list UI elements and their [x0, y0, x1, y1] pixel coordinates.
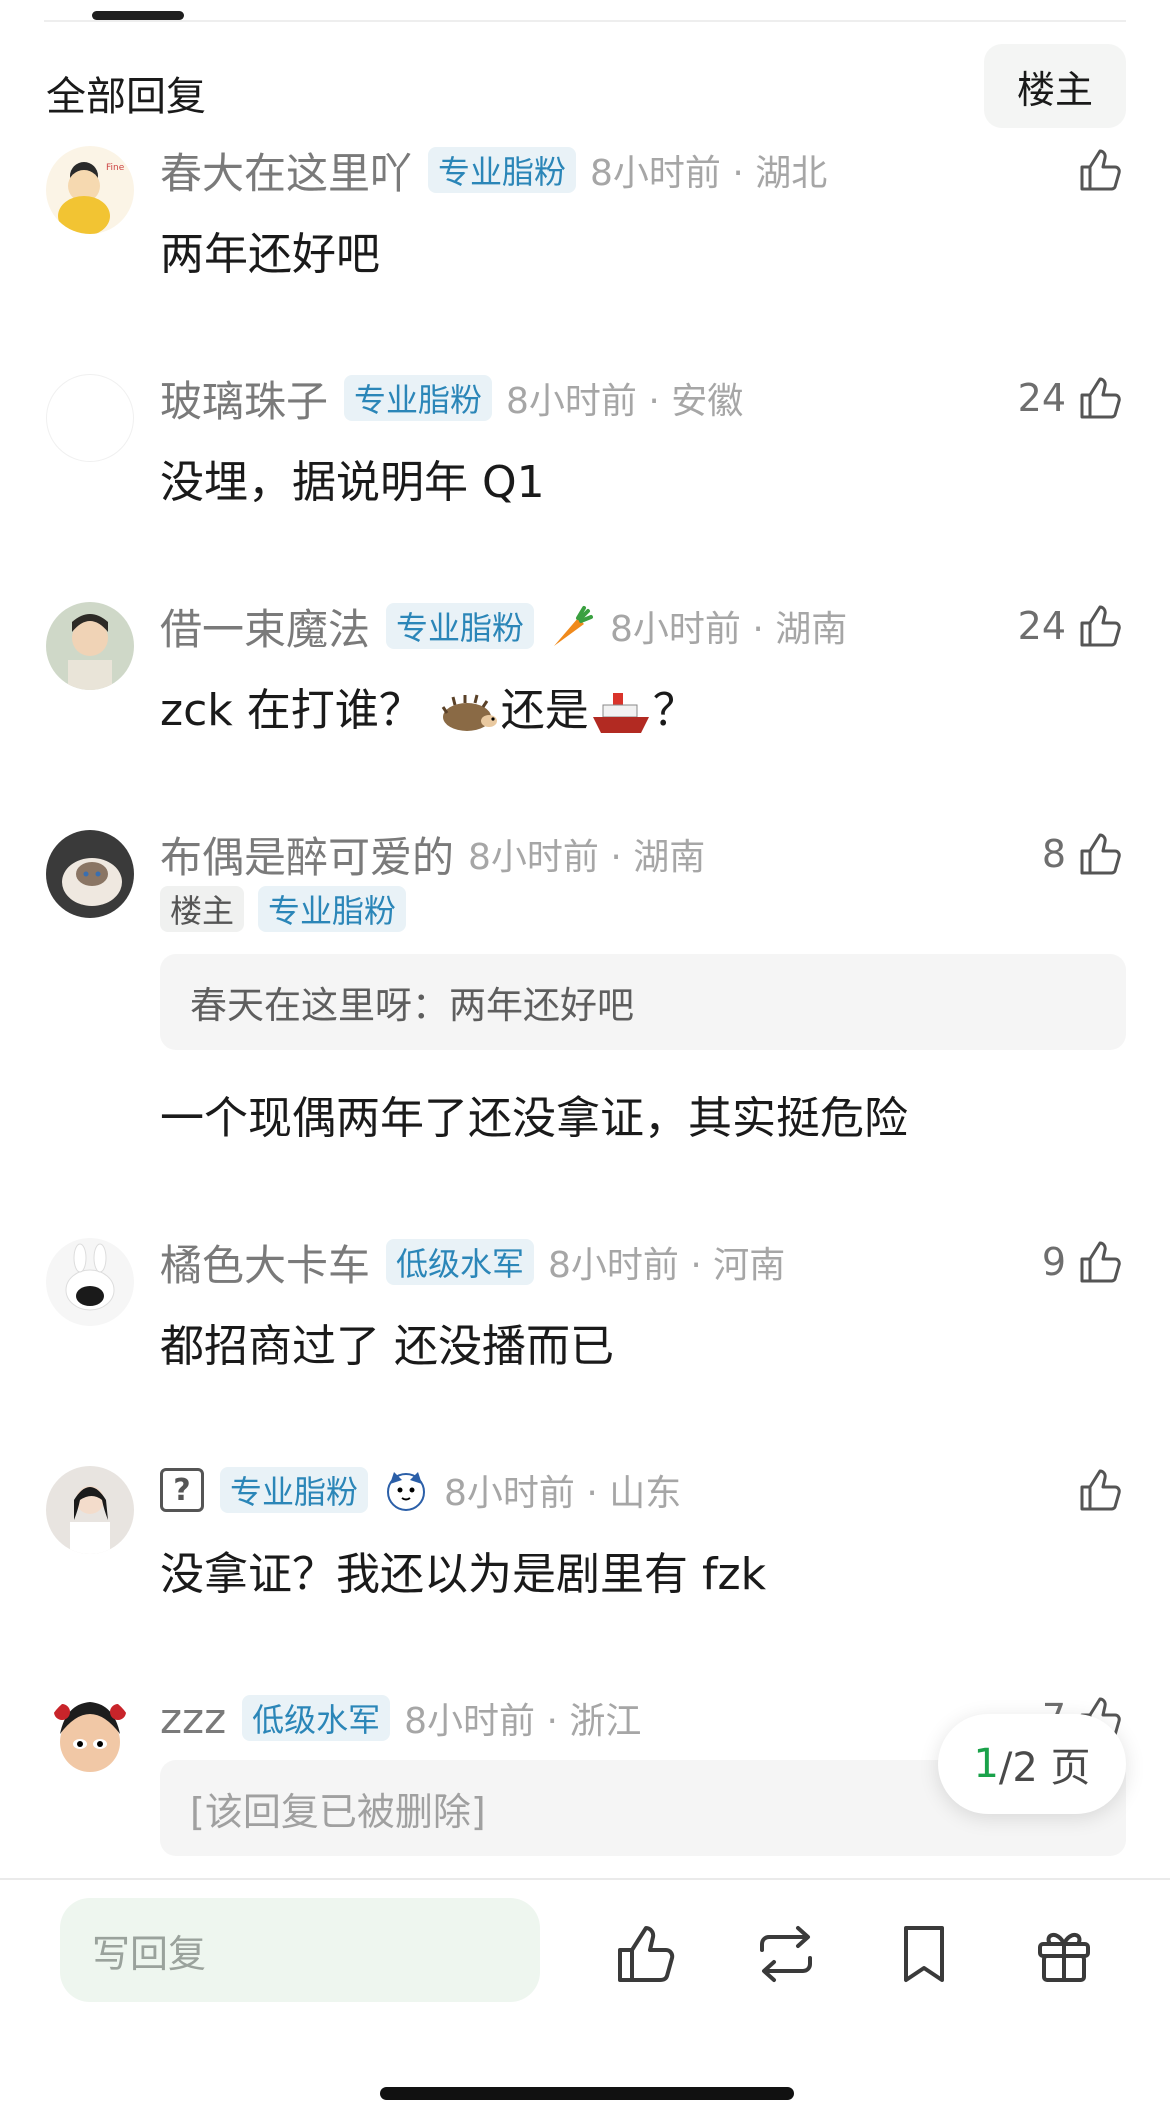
comment-text: 没拿证？我还以为是剧里有 fzk [160, 1549, 767, 1600]
like-count: 24 [1017, 376, 1066, 420]
comment-meta: 布偶是醉可爱的 8小时前 · 湖南 [160, 824, 705, 884]
comment-meta: 橘色大卡车 低级水军 8小时前 · 河南 [160, 1232, 785, 1292]
comment-text: zck 在打谁？ 还是？ [160, 685, 697, 736]
hedgehog-icon [441, 694, 497, 731]
thumbs-up-icon [1080, 377, 1121, 419]
ship-icon [592, 693, 649, 733]
thumbs-up-icon [1080, 149, 1121, 191]
avatar[interactable] [46, 374, 134, 462]
carrot-icon [554, 606, 594, 646]
fan-badge: 专业脂粉 [344, 375, 493, 421]
comment-meta: ? 专业脂粉 8小时前 · 山东 [160, 1460, 681, 1520]
like-button[interactable] [1066, 1460, 1126, 1520]
op-badge: 楼主 [160, 886, 245, 932]
like-button[interactable] [1066, 140, 1126, 200]
gift-icon[interactable] [1030, 1920, 1098, 1988]
username[interactable]: zzz [160, 1694, 226, 1743]
timestamp: 8小时前 · 湖南 [610, 609, 848, 650]
like-button[interactable]: 24 [1018, 368, 1126, 428]
fan-badge: 低级水军 [386, 1239, 535, 1285]
divider [44, 20, 1126, 22]
reply-input[interactable]: 写回复 [60, 1898, 540, 2002]
timestamp: 8小时前 · 浙江 [404, 1701, 642, 1742]
like-count: 9 [1041, 1240, 1066, 1284]
comment-meta: zzz 低级水军 8小时前 · 浙江 [160, 1688, 641, 1748]
quoted-reply[interactable]: 春天在这里呀：两年还好吧 [160, 954, 1126, 1050]
drag-handle[interactable] [92, 11, 184, 20]
timestamp: 8小时前 · 湖北 [590, 153, 828, 194]
op-filter-button[interactable]: 楼主 [984, 44, 1126, 128]
divider [0, 1878, 1170, 1880]
avatar[interactable] [46, 1694, 134, 1782]
username[interactable]: 借一束魔法 [160, 596, 370, 657]
avatar[interactable] [46, 1238, 134, 1326]
like-button[interactable]: 8 [1042, 824, 1126, 884]
page-current: 1 [973, 1741, 999, 1787]
like-count: 24 [1017, 604, 1066, 648]
unknown-user-icon[interactable]: ? [160, 1468, 204, 1512]
avatar[interactable] [46, 830, 134, 918]
comment-meta: 借一束魔法 专业脂粉 8小时前 · 湖南 [160, 596, 847, 656]
svg-text:Fine: Fine [106, 163, 125, 173]
username[interactable]: 春大在这里吖 [160, 140, 412, 201]
comment-meta: 春大在这里吖 专业脂粉 8小时前 · 湖北 [160, 140, 827, 200]
fan-badge: 低级水军 [242, 1695, 391, 1741]
like-button[interactable]: 9 [1042, 1232, 1126, 1292]
avatar[interactable] [46, 602, 134, 690]
page-title: 全部回复 [46, 74, 206, 120]
badges-row: 楼主 专业脂粉 [160, 886, 407, 932]
page-total: /2 页 [998, 1745, 1091, 1791]
comment-meta: 玻璃珠子 专业脂粉 8小时前 · 安徽 [160, 368, 743, 428]
fan-badge: 专业脂粉 [258, 886, 407, 932]
username[interactable]: 布偶是醉可爱的 [160, 824, 454, 885]
home-indicator[interactable] [380, 2087, 794, 2100]
username[interactable]: 橘色大卡车 [160, 1232, 370, 1293]
username[interactable]: 玻璃珠子 [160, 368, 328, 429]
repost-icon[interactable] [752, 1920, 820, 1988]
replies-header: 全部回复 楼主 [0, 42, 1170, 132]
like-count: 8 [1041, 832, 1066, 876]
bookmark-icon[interactable] [890, 1920, 958, 1988]
fan-badge: 专业脂粉 [220, 1467, 369, 1513]
timestamp: 8小时前 · 山东 [444, 1473, 682, 1514]
comment-text: 一个现偶两年了还没拿证，其实挺危险 [160, 1093, 908, 1144]
thumbs-up-icon [1080, 1241, 1121, 1283]
fan-badge: 专业脂粉 [428, 147, 577, 193]
comment-text: 没埋，据说明年 Q1 [160, 457, 545, 508]
comment-text: 都招商过了 还没播而已 [160, 1321, 614, 1372]
timestamp: 8小时前 · 安徽 [506, 381, 744, 422]
avatar[interactable] [46, 1466, 134, 1554]
thumbs-up-icon [1080, 605, 1121, 647]
avatar[interactable]: Fine [46, 146, 134, 234]
timestamp: 8小时前 · 湖南 [468, 837, 706, 878]
page-indicator[interactable]: 1/2 页 [938, 1714, 1126, 1814]
comment-text: 两年还好吧 [160, 229, 380, 280]
fan-badge: 专业脂粉 [386, 603, 535, 649]
thumbs-up-icon [1080, 1469, 1121, 1511]
thumbs-up-icon [1080, 833, 1121, 875]
cat-sticker-icon [387, 1472, 426, 1511]
like-button[interactable]: 24 [1018, 596, 1126, 656]
timestamp: 8小时前 · 河南 [548, 1245, 786, 1286]
thumbs-up-icon[interactable] [612, 1920, 680, 1988]
